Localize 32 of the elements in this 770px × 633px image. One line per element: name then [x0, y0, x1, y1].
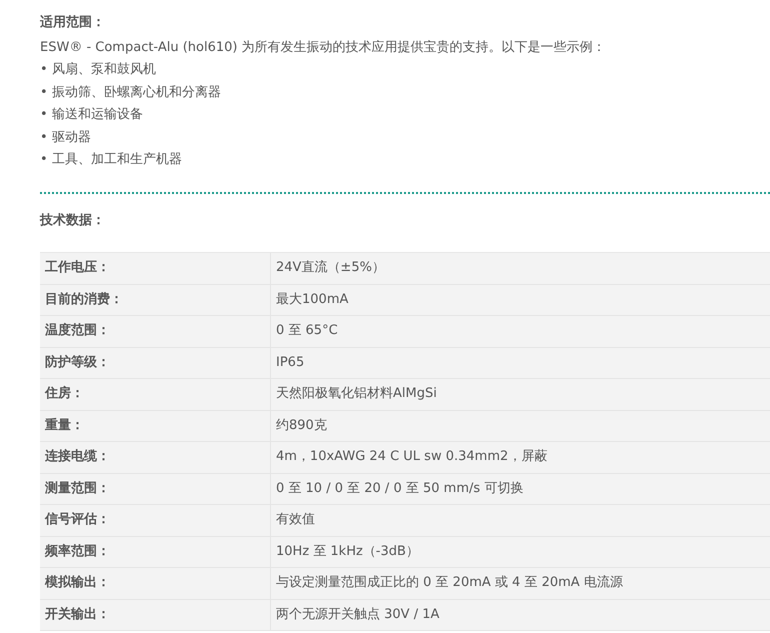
table-cell-text: 0 至 10 / 0 至 20 / 0 至 50 mm/s 可切换	[275, 480, 524, 498]
table-cell-text: 有效值	[275, 511, 316, 530]
list-item: • 输送和运输设备	[40, 106, 144, 124]
list-item: • 风扇、泵和鼓风机	[40, 61, 157, 80]
table-cell: 测量范围：	[40, 474, 271, 504]
list-item: • 振动筛、卧螺离心机和分离器	[40, 84, 222, 102]
table-cell: 住房：	[40, 379, 271, 410]
table-cell-text: IP65	[275, 354, 306, 372]
table-cell: 模拟输出：	[40, 568, 271, 599]
section-heading: 适用范围：	[40, 14, 106, 32]
table-cell: 连接电缆：	[40, 442, 271, 473]
table-cell-text: 4m，10xAWG 24 C UL sw 0.34mm2，屏蔽	[275, 448, 548, 466]
table-cell-text: 两个无源开关触点 30V / 1A	[275, 606, 440, 624]
intro-paragraph: ESW® - Compact-Alu (hol610) 为所有发生振动的技术应用提供宝贵的支持。以下是一些示例：	[40, 39, 607, 57]
table-cell: 工作电压：	[40, 253, 271, 284]
table-cell-text: 与设定测量范围成正比的 0 至 20mA 或 4 至 20mA 电流源	[275, 574, 624, 592]
table-cell: 目前的消费：	[40, 284, 271, 316]
table-cell-text: 最大100mA	[275, 290, 350, 309]
table-cell: 频率范围：	[40, 536, 271, 568]
table-cell-text: 24V直流（±5%）	[275, 259, 386, 278]
table-cell: 开关输出：	[40, 600, 271, 630]
section-heading: 技术数据：	[40, 212, 106, 230]
table-cell: 温度范围：	[40, 316, 271, 347]
table-cell: 信号评估：	[40, 505, 271, 536]
table-cell: 防护等级：	[40, 348, 271, 378]
list-item: • 工具、加工和生产机器	[40, 151, 183, 170]
table-cell-text: 天然阳极氧化铝材料AlMgSi	[275, 385, 438, 404]
list-item: • 驱动器	[40, 128, 92, 147]
table-cell-text: 10Hz 至 1kHz（-3dB）	[275, 542, 420, 561]
table-cell-text: 0 至 65°C	[275, 322, 339, 340]
table-cell-text: 约890克	[275, 416, 328, 435]
table-cell: 重量：	[40, 410, 271, 442]
